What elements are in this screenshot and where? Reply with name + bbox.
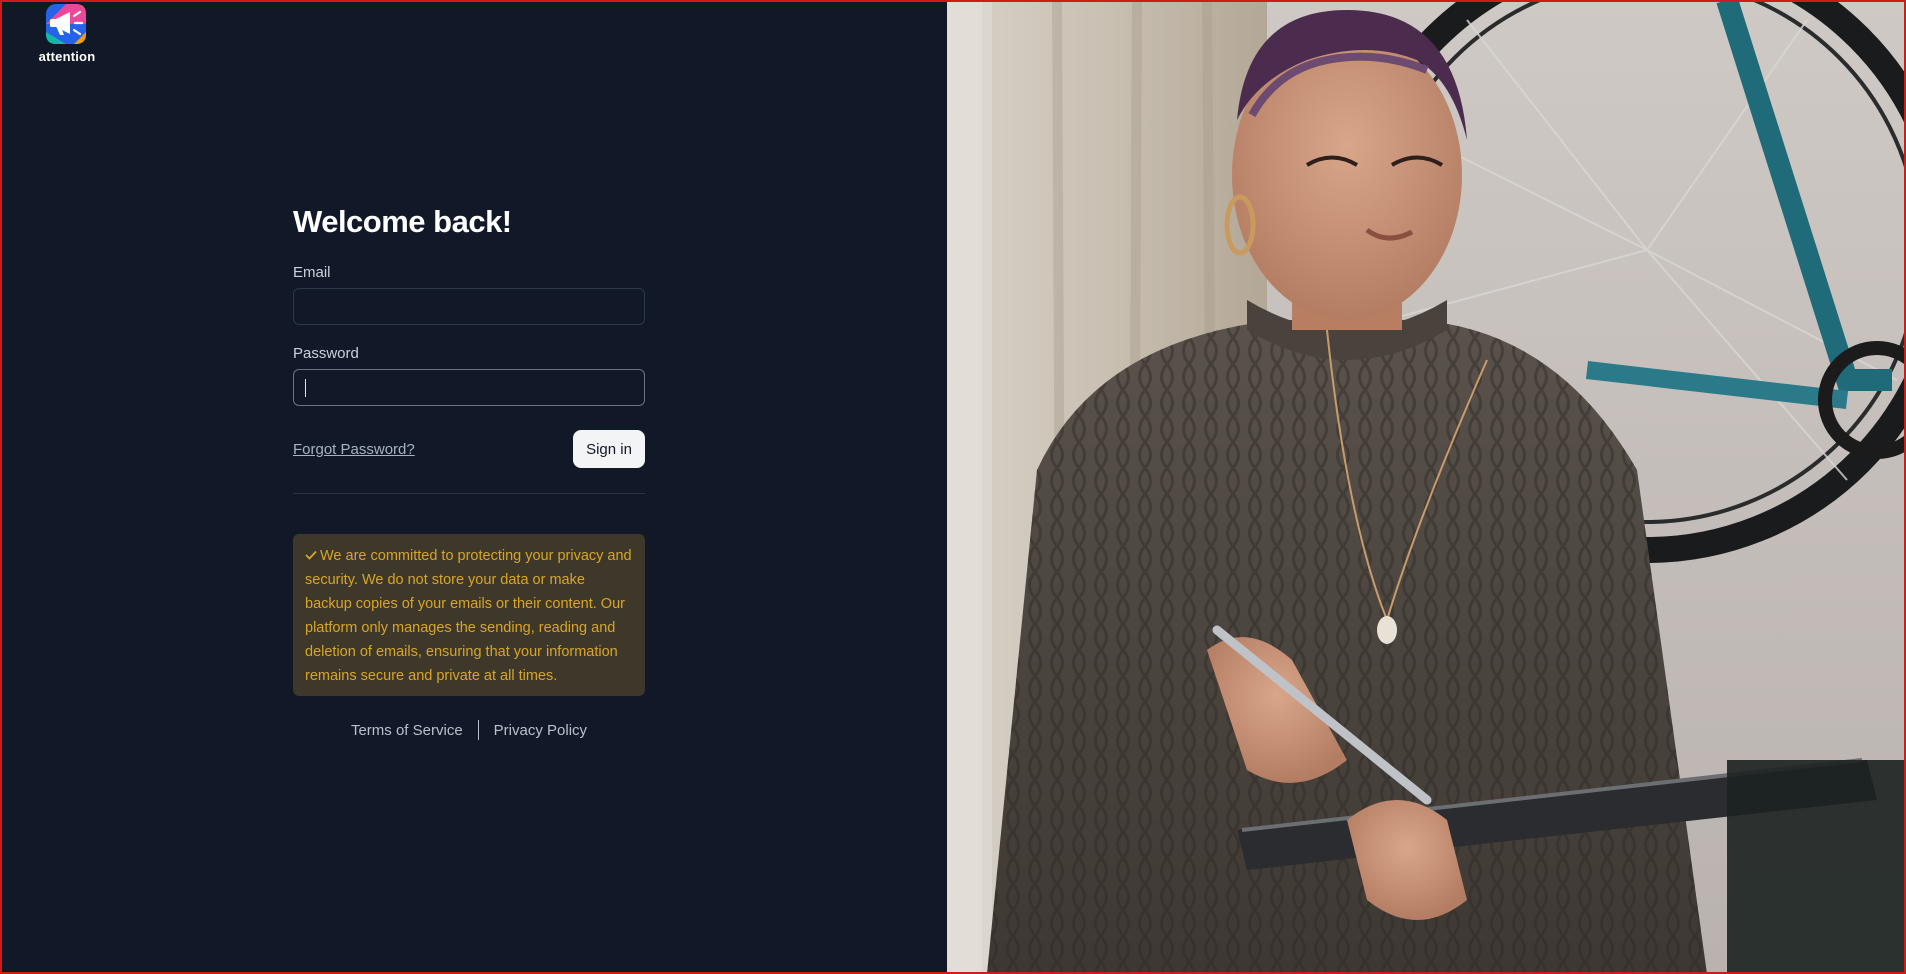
brand-name: attention [38,49,96,64]
brand-logo[interactable]: attention [36,2,98,64]
megaphone-icon [46,4,86,44]
form-actions: Forgot Password? Sign in [293,430,645,468]
email-field[interactable] [293,288,645,325]
forgot-password-link[interactable]: Forgot Password? [293,441,415,458]
password-field[interactable] [293,369,645,406]
terms-of-service-link[interactable]: Terms of Service [351,722,463,739]
email-label: Email [293,264,331,281]
password-label: Password [293,345,359,362]
privacy-policy-link[interactable]: Privacy Policy [494,722,587,739]
privacy-notice-text: We are committed to protecting your priv… [305,548,632,684]
footer-links: Terms of Service Privacy Policy [293,720,645,740]
text-caret [305,379,306,397]
hero-image [947,0,1906,974]
divider [293,493,645,494]
check-icon [305,550,317,560]
privacy-notice: We are committed to protecting your priv… [293,534,645,696]
page-title: Welcome back! [293,204,512,239]
hero-illustration [947,0,1906,974]
login-form: Welcome back! Email Password Forgot Pass… [293,200,645,740]
sign-in-button[interactable]: Sign in [573,430,645,468]
login-panel: attention Welcome back! Email Password F… [0,0,947,974]
footer-separator [477,720,479,740]
